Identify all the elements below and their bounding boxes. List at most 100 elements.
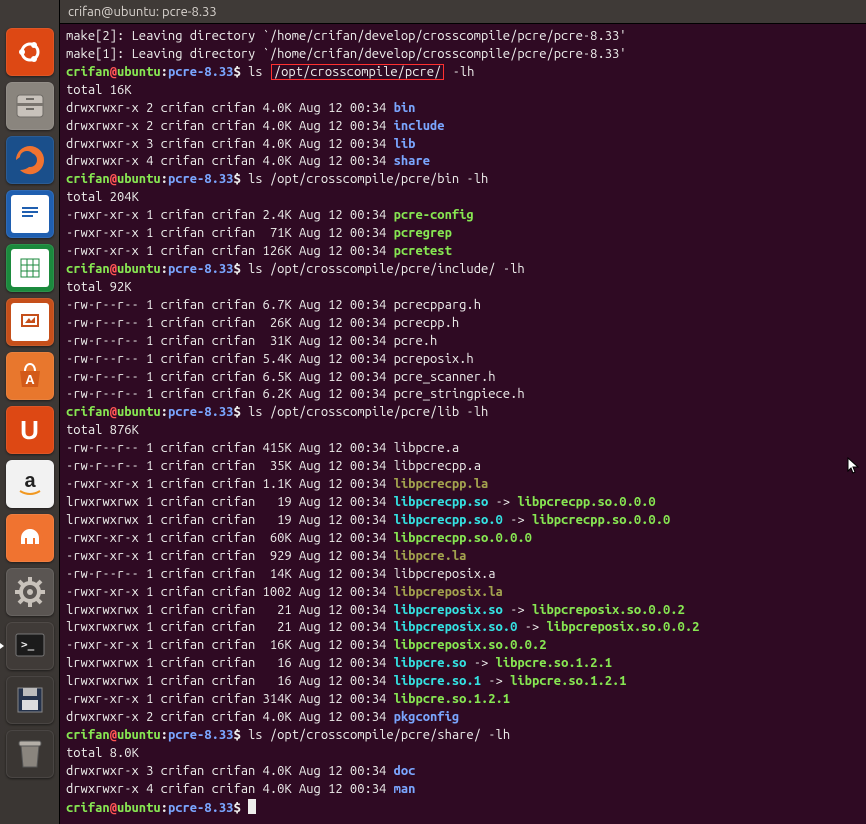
settings-icon [13, 575, 47, 609]
ls-symlink-target: libpcrecpp.so.0.0.0 [517, 495, 655, 509]
ubuntu-logo-icon [14, 36, 46, 68]
launcher-files[interactable] [6, 82, 54, 130]
ls-row: -rw-r--r-- 1 crifan crifan 26K Aug 12 00… [66, 316, 394, 330]
ls-row: -rwxr-xr-x 1 crifan crifan 16K Aug 12 00… [66, 638, 394, 652]
total-line: total 8.0K [66, 746, 139, 760]
launcher-music[interactable] [6, 514, 54, 562]
ls-filename: libpcrecpp.a [394, 459, 481, 473]
prompt-colon: : [161, 262, 168, 276]
ls-row: lrwxrwxrwx 1 crifan crifan 21 Aug 12 00:… [66, 620, 394, 634]
prompt-user: crifan [66, 405, 110, 419]
ls-filename: pcre-config [394, 208, 474, 222]
prompt-user: crifan [66, 172, 110, 186]
cmd-text: ls /opt/crosscompile/pcre/include/ -lh [248, 262, 525, 276]
prompt-colon: : [161, 405, 168, 419]
prompt-host: ubuntu [117, 801, 161, 815]
ls-row: -rw-r--r-- 1 crifan crifan 415K Aug 12 0… [66, 441, 394, 455]
prompt-path: pcre-8.33 [168, 65, 234, 79]
file-manager-icon [13, 89, 47, 123]
prompt-dollar: $ [233, 405, 248, 419]
ls-filename: pkgconfig [394, 710, 460, 724]
ls-filename: libpcre.so.1.2.1 [394, 692, 510, 706]
cmd-text: ls /opt/crosscompile/pcre/share/ -lh [248, 728, 510, 742]
launcher-terminal[interactable]: >_ [6, 622, 54, 670]
ls-symlink-target: libpcreposix.so.0.0.2 [532, 603, 685, 617]
ls-symlink-target: libpcre.so.1.2.1 [496, 656, 612, 670]
ls-row: lrwxrwxrwx 1 crifan crifan 21 Aug 12 00:… [66, 603, 394, 617]
ls-filename: pcreposix.h [394, 352, 474, 366]
ls-filename: libpcre.so.1 [394, 674, 481, 688]
ls-row: drwxrwxr-x 3 crifan crifan 4.0K Aug 12 0… [66, 137, 394, 151]
music-icon [14, 522, 46, 554]
launcher-disk[interactable] [6, 676, 54, 724]
ls-row: drwxrwxr-x 2 crifan crifan 4.0K Aug 12 0… [66, 710, 394, 724]
make-output: make[2]: Leaving directory `/home/crifan… [66, 29, 627, 43]
prompt-host: ubuntu [117, 728, 161, 742]
prompt-at: @ [110, 172, 117, 186]
prompt-dollar: $ [233, 262, 248, 276]
terminal-icon: >_ [12, 628, 48, 664]
svg-text:a: a [24, 470, 36, 492]
ls-filename: man [394, 782, 416, 796]
prompt-user: crifan [66, 728, 110, 742]
ls-filename: pcrecpparg.h [394, 298, 481, 312]
svg-text:A: A [25, 372, 35, 387]
ls-row: -rwxr-xr-x 1 crifan crifan 1.1K Aug 12 0… [66, 477, 394, 491]
prompt-dollar: $ [233, 728, 248, 742]
ls-filename: libpcre.a [394, 441, 460, 455]
launcher-amazon[interactable]: a [6, 460, 54, 508]
prompt-at: @ [110, 262, 117, 276]
floppy-icon [13, 683, 47, 717]
launcher-settings[interactable] [6, 568, 54, 616]
terminal[interactable]: make[2]: Leaving directory `/home/crifan… [60, 24, 866, 824]
ls-row: -rwxr-xr-x 1 crifan crifan 2.4K Aug 12 0… [66, 208, 394, 222]
launcher-impress[interactable] [6, 298, 54, 346]
ls-row: drwxrwxr-x 3 crifan crifan 4.0K Aug 12 0… [66, 764, 394, 778]
ubuntuone-icon: U [20, 415, 39, 446]
launcher-trash[interactable] [6, 730, 54, 778]
prompt-at: @ [110, 65, 117, 79]
ls-row: -rw-r--r-- 1 crifan crifan 6.7K Aug 12 0… [66, 298, 394, 312]
ls-filename: libpcre.so [394, 656, 467, 670]
software-center-icon: A [14, 360, 46, 392]
ls-row: -rwxr-xr-x 1 crifan crifan 60K Aug 12 00… [66, 531, 394, 545]
prompt-host: ubuntu [117, 65, 161, 79]
prompt-path: pcre-8.33 [168, 172, 234, 186]
prompt-user: crifan [66, 262, 110, 276]
total-line: total 16K [66, 83, 132, 97]
ls-filename: pcre_stringpiece.h [394, 387, 525, 401]
launcher-software[interactable]: A [6, 352, 54, 400]
ls-filename: bin [394, 101, 416, 115]
total-line: total 876K [66, 423, 139, 437]
ls-filename: include [394, 119, 445, 133]
prompt-host: ubuntu [117, 172, 161, 186]
prompt-user: crifan [66, 65, 110, 79]
ls-row: -rw-r--r-- 1 crifan crifan 35K Aug 12 00… [66, 459, 394, 473]
launcher-writer[interactable] [6, 190, 54, 238]
unity-launcher: A Ua >_ [0, 0, 60, 824]
prompt-path: pcre-8.33 [168, 728, 234, 742]
ls-filename: pcre_scanner.h [394, 370, 496, 384]
launcher-firefox[interactable] [6, 136, 54, 184]
prompt-path: pcre-8.33 [168, 405, 234, 419]
ls-filename: pcrecpp.h [394, 316, 460, 330]
ls-filename: pcregrep [394, 226, 452, 240]
impress-icon [11, 303, 49, 341]
ls-row: lrwxrwxrwx 1 crifan crifan 19 Aug 12 00:… [66, 513, 394, 527]
ls-filename: pcre.h [394, 334, 438, 348]
ls-row: -rwxr-xr-x 1 crifan crifan 929 Aug 12 00… [66, 549, 394, 563]
ls-filename: libpcrecpp.la [394, 477, 489, 491]
launcher-dash[interactable] [6, 28, 54, 76]
total-line: total 92K [66, 280, 132, 294]
launcher-ubuntuone[interactable]: U [6, 406, 54, 454]
ls-filename: libpcrecpp.so [394, 495, 489, 509]
ls-row: -rwxr-xr-x 1 crifan crifan 126K Aug 12 0… [66, 244, 394, 258]
ls-filename: libpcre.la [394, 549, 467, 563]
ls-row: -rw-r--r-- 1 crifan crifan 6.2K Aug 12 0… [66, 387, 394, 401]
ls-filename: share [394, 154, 430, 168]
ls-row: lrwxrwxrwx 1 crifan crifan 19 Aug 12 00:… [66, 495, 394, 509]
prompt-colon: : [161, 172, 168, 186]
ls-row: -rw-r--r-- 1 crifan crifan 14K Aug 12 00… [66, 567, 394, 581]
prompt-path: pcre-8.33 [168, 801, 234, 815]
launcher-calc[interactable] [6, 244, 54, 292]
